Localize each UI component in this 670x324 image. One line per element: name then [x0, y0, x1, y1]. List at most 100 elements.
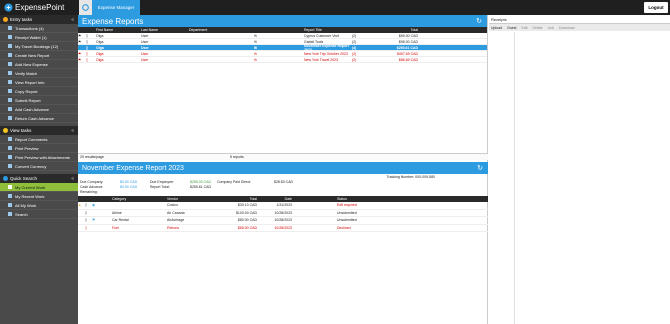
nav-item-icon [8, 71, 12, 75]
results-per-page-select[interactable]: 20 results/page [80, 155, 230, 159]
sidebar-item-label: Create New Report [15, 52, 50, 58]
quick-search-header[interactable]: Quick Search « [0, 174, 78, 183]
logout-button[interactable]: Logout [644, 2, 668, 13]
cell-last-name: User [141, 39, 149, 44]
tab-expense-manager[interactable]: Expense Manager [92, 0, 140, 15]
cell-last-name: User [141, 45, 149, 50]
expense-row[interactable]: ▯ ⚑ Car Rental AirAverage $80.00 CAD 10/28/20… [78, 217, 488, 225]
col-status[interactable]: Status [322, 197, 382, 201]
reports-title: Expense Reports [82, 16, 144, 26]
entry-tasks-header[interactable]: Entry tasks « [0, 15, 78, 24]
sidebar-item-label: Report Comments [15, 136, 48, 142]
envelope-icon: ✉ [254, 51, 257, 56]
receipts-title: Receipts [489, 15, 670, 24]
doc-icon: ▯ [85, 210, 87, 215]
view-tasks-header[interactable]: View tasks « [0, 126, 78, 135]
sidebar-item-all-my-work[interactable]: All My Work [0, 201, 78, 210]
nav-item-icon [8, 185, 12, 189]
cell-vendor: AirAverage [167, 218, 185, 223]
col-last-name[interactable]: Last Name [139, 28, 187, 32]
quick-search-icon [3, 176, 8, 181]
col-category[interactable]: Category [112, 197, 167, 201]
sidebar-item-print-preview-with-attachments[interactable]: Print Preview with Attachments [0, 153, 78, 162]
sidebar-item-print-preview[interactable]: Print Preview [0, 144, 78, 153]
doc-icon: ▯ [86, 33, 88, 38]
cell-category: Car Rental [112, 218, 129, 223]
table-row[interactable]: ⚑ ▯ Olga User ✉ New York Travel 2023 (2) $86.69… [78, 57, 487, 63]
expense-row[interactable]: ▲ ▯ ◉ Costco $30.13 CAD 1/31/2023 Edit require… [78, 202, 488, 210]
sidebar-item-create-new-report[interactable]: Create New Report [0, 51, 78, 60]
receipt-tool-upload[interactable]: Upload [491, 26, 502, 30]
cell-status: Edit required [337, 203, 357, 208]
sidebar-item-return-cash-advance[interactable]: Return Cash Advance [0, 114, 78, 123]
sidebar-item-label: Submit Report [15, 97, 41, 103]
detail-refresh-icon[interactable]: ↻ [477, 164, 483, 172]
col-exp-total[interactable]: Total [222, 197, 257, 201]
report-count: 5 reports [230, 155, 244, 159]
sidebar-item-add-new-expense[interactable]: Add New Expense [0, 60, 78, 69]
cell-first-name: Olga [96, 57, 104, 62]
nav-item-icon [8, 98, 12, 102]
cell-date: 10/28/2023 [274, 218, 292, 223]
sidebar-item-label: Verify Match [15, 70, 38, 76]
cell-last-name: User [141, 33, 149, 38]
sidebar-item-receipt-wallet-1-[interactable]: Receipt Wallet (1) [0, 33, 78, 42]
receipt-tool-delete[interactable]: Delete [532, 26, 542, 30]
sidebar-item-view-report-info[interactable]: View Report Info [0, 78, 78, 87]
doc-icon: ▯ [85, 203, 87, 208]
receipt-tool-link[interactable]: Link [548, 26, 554, 30]
col-report-title[interactable]: Report Title [302, 28, 352, 32]
cell-exp-total: $65.00 CAD [237, 225, 257, 230]
sidebar-item-search[interactable]: Search [0, 210, 78, 219]
sidebar-item-my-travel-bookings-12-[interactable]: My Travel Bookings (12) [0, 42, 78, 51]
cell-date: 10/28/2023 [274, 225, 292, 230]
view-tasks-icon [3, 128, 8, 133]
receipt-tool-download[interactable]: Download [559, 26, 575, 30]
col-total[interactable]: Total [352, 28, 422, 32]
nav-item-icon [8, 107, 12, 111]
nav-item-icon [8, 203, 12, 207]
sidebar: Entry tasks « Transactions (4) Receipt Wa… [0, 15, 78, 324]
receipt-tool-guest[interactable]: Guest [507, 26, 516, 30]
cell-report-title: New York Travel 2023 [304, 57, 339, 62]
cell-count: (2) [352, 33, 357, 38]
receipts-panel: Receipts Upload Guest Edit Delete Link Downlo… [489, 15, 670, 324]
refresh-icon[interactable]: ↻ [476, 17, 482, 25]
app-logo: ExpensePoint [4, 3, 64, 12]
col-first-name[interactable]: First Name [94, 28, 139, 32]
flag-icon: ⚑ [78, 33, 82, 38]
cell-count: (2) [352, 57, 357, 62]
col-date[interactable]: Date [257, 197, 292, 201]
doc-icon: ▯ [85, 218, 87, 223]
detail-title: November Expense Report 2023 [82, 164, 184, 172]
nav-item-icon [8, 155, 12, 159]
cell-category: Airline [112, 210, 122, 215]
sidebar-item-copy-report[interactable]: Copy Report [0, 87, 78, 96]
sidebar-item-label: Copy Report [15, 88, 38, 94]
sidebar-item-report-comments[interactable]: Report Comments [0, 135, 78, 144]
col-vendor[interactable]: Vendor [167, 197, 222, 201]
expense-row[interactable]: ▯ Fuel Petrons $65.00 CAD 10/28/2023 Declined [78, 225, 488, 232]
cell-report-title: November Expense Report 2023 [304, 43, 349, 52]
cell-total: $69.00 CAD [398, 33, 418, 38]
envelope-icon: ✉ [254, 33, 257, 38]
sidebar-item-verify-match[interactable]: Verify Match [0, 69, 78, 78]
view-tasks-label: View tasks [10, 128, 32, 133]
sidebar-item-submit-report[interactable]: Submit Report [0, 96, 78, 105]
sidebar-item-add-cash-advance[interactable]: Add Cash Advance [0, 105, 78, 114]
home-tab[interactable] [79, 0, 92, 15]
sidebar-item-convert-currency[interactable]: Convert Currency [0, 162, 78, 171]
cell-vendor: Air Canada [167, 210, 185, 215]
sidebar-item-my-current-work[interactable]: My Current Work [0, 183, 78, 192]
reports-status-bar: 20 results/page 5 reports [78, 153, 488, 160]
cell-first-name: Olga [96, 51, 104, 56]
expense-row[interactable]: ▯ Airline Air Canada $100.00 CAD 10/28/2023 U… [78, 210, 488, 217]
sidebar-item-my-recent-work[interactable]: My Recent Work [0, 192, 78, 201]
sidebar-item-transactions-4-[interactable]: Transactions (4) [0, 24, 78, 33]
logo-text: ExpensePoint [15, 3, 65, 12]
envelope-icon: ✉ [254, 57, 257, 62]
receipt-tool-edit[interactable]: Edit [521, 26, 527, 30]
col-department[interactable]: Department [187, 28, 252, 32]
main-panel: Expense Reports ↻ First Name Last Name D… [78, 15, 488, 324]
cell-first-name: Olga [96, 45, 104, 50]
